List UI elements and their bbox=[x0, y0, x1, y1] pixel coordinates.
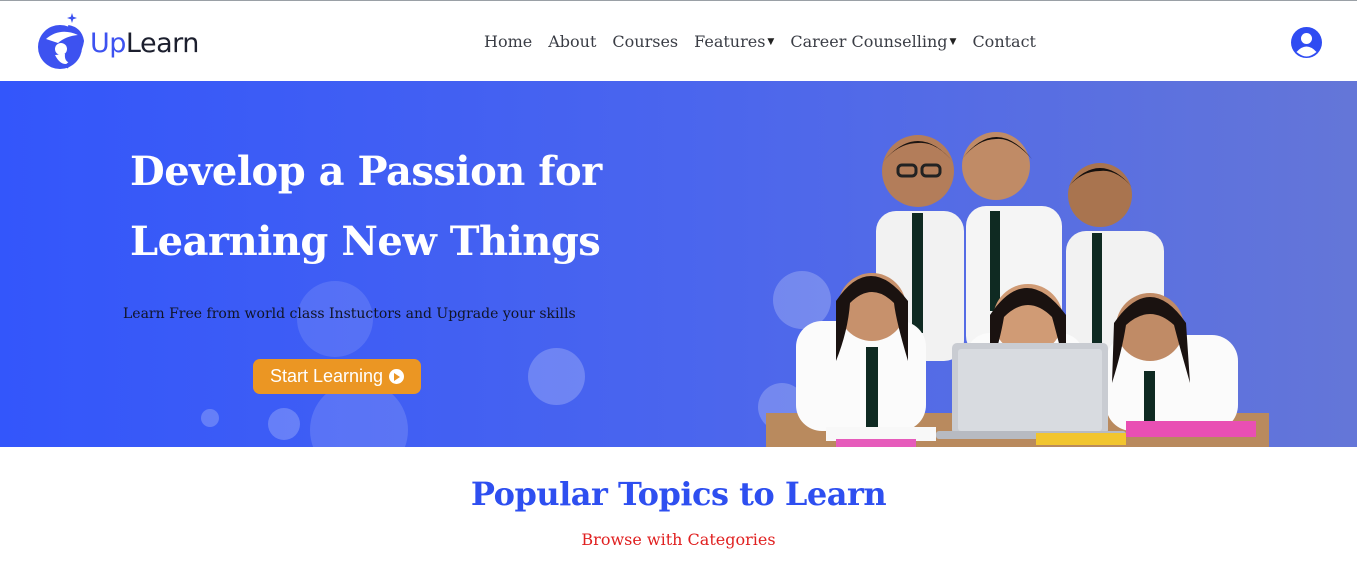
nav-about[interactable]: About bbox=[548, 32, 596, 51]
user-account-icon[interactable] bbox=[1290, 26, 1323, 59]
chevron-down-icon: ▼ bbox=[767, 36, 775, 47]
brand-logo[interactable]: UpLearn bbox=[36, 9, 199, 73]
popular-topics-title: Popular Topics to Learn bbox=[470, 475, 887, 513]
nav-career-counselling-label: Career Counselling bbox=[790, 32, 948, 51]
start-learning-label: Start Learning bbox=[269, 366, 384, 386]
popular-topics-subtitle: Browse with Categories bbox=[581, 530, 776, 549]
nav-home[interactable]: Home bbox=[484, 32, 532, 51]
decor-bubble bbox=[528, 348, 585, 405]
hero-banner: Develop a Passion for Learning New Thing… bbox=[0, 81, 1357, 447]
hero-subtitle: Learn Free from world class Instuctors a… bbox=[123, 306, 576, 322]
brand-name-part1: Up bbox=[90, 27, 126, 59]
brand-name-part2: Learn bbox=[125, 27, 199, 59]
decor-bubble bbox=[201, 409, 219, 427]
nav-courses[interactable]: Courses bbox=[612, 32, 678, 51]
main-nav: Home About Courses Features ▼ Career Coun… bbox=[484, 32, 1052, 51]
nav-career-counselling-dropdown[interactable]: Career Counselling ▼ bbox=[790, 32, 956, 51]
nav-features-dropdown[interactable]: Features ▼ bbox=[694, 32, 774, 51]
nav-home-label: Home bbox=[484, 32, 533, 51]
brand-name: UpLearn bbox=[90, 28, 199, 59]
nav-about-label: About bbox=[548, 32, 597, 51]
hero-title-line1: Develop a Passion for bbox=[130, 148, 602, 195]
nav-contact[interactable]: Contact bbox=[972, 32, 1036, 51]
hero-title-line2: Learning New Things bbox=[130, 218, 601, 265]
nav-features-label: Features bbox=[694, 32, 766, 51]
navbar: UpLearn Home About Courses Features ▼ Car… bbox=[0, 1, 1357, 81]
play-circle-icon bbox=[389, 369, 405, 384]
chevron-down-icon: ▼ bbox=[949, 36, 957, 47]
decor-bubble bbox=[268, 408, 300, 440]
students-with-laptop-image bbox=[766, 121, 1269, 447]
nav-contact-label: Contact bbox=[972, 32, 1036, 51]
hero-title: Develop a Passion for Learning New Thing… bbox=[130, 137, 650, 277]
nav-courses-label: Courses bbox=[612, 32, 679, 51]
uplearn-logo-icon bbox=[36, 9, 88, 73]
start-learning-button[interactable]: Start Learning bbox=[253, 359, 421, 394]
